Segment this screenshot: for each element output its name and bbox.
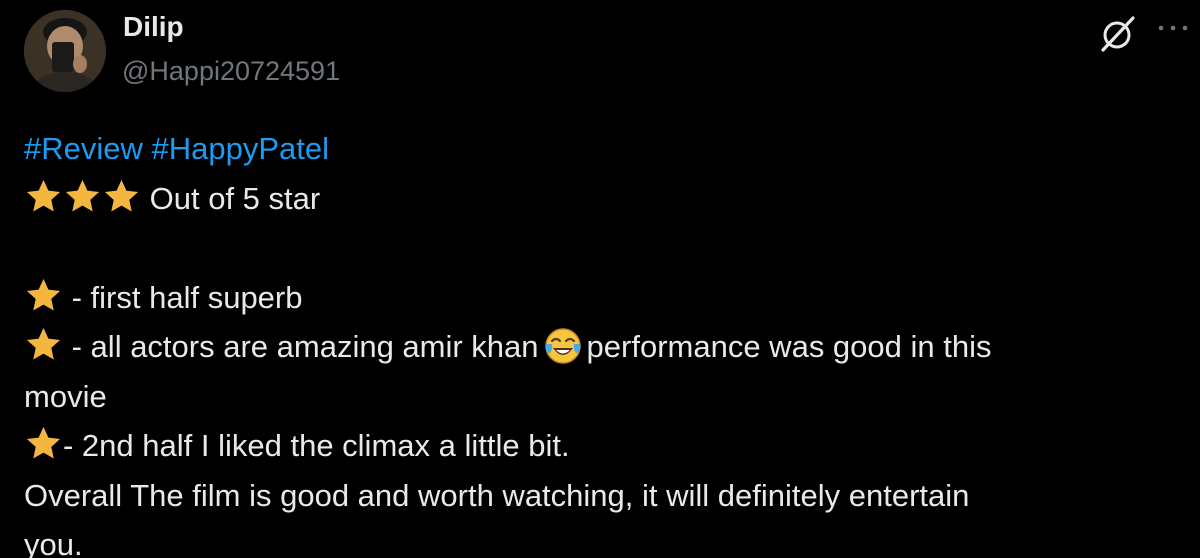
point-text: movie <box>24 378 107 414</box>
point-text: - all actors are amazing amir khan <box>71 329 539 364</box>
tweet-text: #Review #HappyPatel Out of 5 star - firs… <box>24 124 1184 558</box>
star-icon <box>26 426 61 459</box>
point-text: - first half superb <box>71 279 303 315</box>
star-icon <box>26 278 61 310</box>
avatar[interactable] <box>24 10 106 92</box>
star-icon <box>26 327 61 360</box>
star-icon <box>104 179 139 211</box>
hashtags-line: #Review #HappyPatel <box>24 124 1184 174</box>
author-handle[interactable]: @Happi20724591 <box>122 56 340 87</box>
overall-line-continued: you. <box>24 520 1184 558</box>
hashtag-review[interactable]: #Review <box>24 131 143 166</box>
hashtag-happypatel[interactable]: #HappyPatel <box>152 131 330 166</box>
rating-line: Out of 5 star <box>24 174 1184 224</box>
point-line: - 2nd half I liked the climax a little b… <box>24 421 1184 471</box>
point-line: - all actors are amazing amir khan perfo… <box>24 322 1184 372</box>
overall-line: Overall The film is good and worth watch… <box>24 471 1184 521</box>
point-text: performance was good in this <box>586 329 992 364</box>
grok-icon[interactable] <box>1098 14 1138 54</box>
overall-text: you. <box>24 527 83 558</box>
rating-text: Out of 5 star <box>149 180 321 216</box>
star-icon <box>65 179 100 211</box>
tears-of-joy-emoji-icon <box>544 328 581 364</box>
more-icon[interactable] <box>1156 18 1190 38</box>
star-icon <box>26 179 61 211</box>
overall-text: Overall The film is good and worth watch… <box>24 477 970 513</box>
point-line-continued: movie <box>24 372 1184 422</box>
tweet: Dilip @Happi20724591 #Review #HappyPatel… <box>0 0 1200 558</box>
point-line: - first half superb <box>24 273 1184 323</box>
author-display-name[interactable]: Dilip <box>123 11 184 43</box>
point-text: - 2nd half I liked the climax a little b… <box>63 428 570 463</box>
